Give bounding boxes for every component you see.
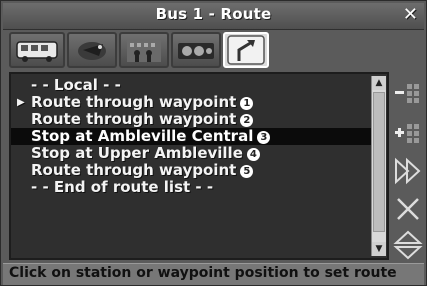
list-item-label: - - Local - -: [31, 76, 121, 94]
up-down-arrows-icon: [393, 230, 423, 260]
fast-forward-icon: [395, 157, 421, 185]
list-item-selected[interactable]: Stop at Ambleville Central 3: [11, 128, 371, 145]
tab-bus[interactable]: [9, 32, 65, 68]
status-text: Click on station or waypoint position to…: [9, 265, 397, 281]
route-window: Bus 1 - Route ✕ - - Local - - ▶ Route th…: [0, 0, 427, 286]
station-number-badge: 4: [246, 148, 260, 161]
waypoint-number-badge: 1: [240, 97, 254, 110]
tab-bird[interactable]: [67, 32, 117, 68]
tab-camera[interactable]: [171, 32, 221, 68]
route-list-panel: - - Local - - ▶ Route through waypoint 1 …: [9, 72, 389, 260]
people-icon: [127, 40, 161, 62]
list-item[interactable]: - - End of route list - -: [11, 179, 371, 196]
scroll-down-icon[interactable]: ▼: [372, 242, 386, 256]
scroll-thumb[interactable]: [373, 92, 385, 232]
add-order-button[interactable]: [393, 116, 423, 150]
list-item[interactable]: ▶ Route through waypoint 1: [11, 94, 371, 111]
camera-icon: [178, 43, 214, 59]
list-item-label: Route through waypoint: [31, 93, 237, 111]
list-item-label: - - End of route list - -: [31, 178, 214, 196]
list-item[interactable]: - - Local - -: [11, 77, 371, 94]
station-number-badge: 3: [257, 131, 271, 144]
scroll-up-icon[interactable]: ▲: [372, 76, 386, 90]
list-item[interactable]: Route through waypoint 2: [11, 111, 371, 128]
bus-icon: [16, 41, 58, 62]
current-order-marker-icon: ▶: [17, 97, 25, 108]
list-item[interactable]: Route through waypoint 5: [11, 162, 371, 179]
list-item[interactable]: Stop at Upper Ambleville 4: [11, 145, 371, 162]
route-list: - - Local - - ▶ Route through waypoint 1 …: [11, 77, 371, 196]
vertical-scrollbar[interactable]: ▲ ▼: [371, 76, 386, 256]
tab-route[interactable]: [223, 32, 269, 68]
waypoint-number-badge: 5: [240, 165, 254, 178]
minus-grid-icon: [395, 84, 419, 103]
list-item-label: Route through waypoint: [31, 161, 237, 179]
reorder-button[interactable]: [393, 228, 423, 262]
bird-icon: [78, 42, 106, 60]
list-item-label: Stop at Ambleville Central: [31, 127, 254, 145]
plus-grid-icon: [395, 124, 419, 143]
route-arrow-icon: [227, 35, 265, 65]
skip-order-button[interactable]: [393, 154, 423, 188]
title-bar[interactable]: Bus 1 - Route ✕: [3, 3, 424, 30]
tab-people[interactable]: [119, 32, 169, 68]
waypoint-number-badge: 2: [240, 114, 254, 127]
close-icon[interactable]: ✕: [403, 4, 418, 25]
status-bar: Click on station or waypoint position to…: [3, 263, 424, 285]
list-item-label: Route through waypoint: [31, 110, 237, 128]
remove-order-button[interactable]: [393, 76, 423, 110]
list-item-label: Stop at Upper Ambleville: [31, 144, 243, 162]
window-title: Bus 1 - Route: [155, 5, 272, 23]
delete-order-button[interactable]: [393, 192, 423, 226]
tab-bar: [9, 32, 419, 70]
delete-x-icon: [397, 198, 419, 220]
